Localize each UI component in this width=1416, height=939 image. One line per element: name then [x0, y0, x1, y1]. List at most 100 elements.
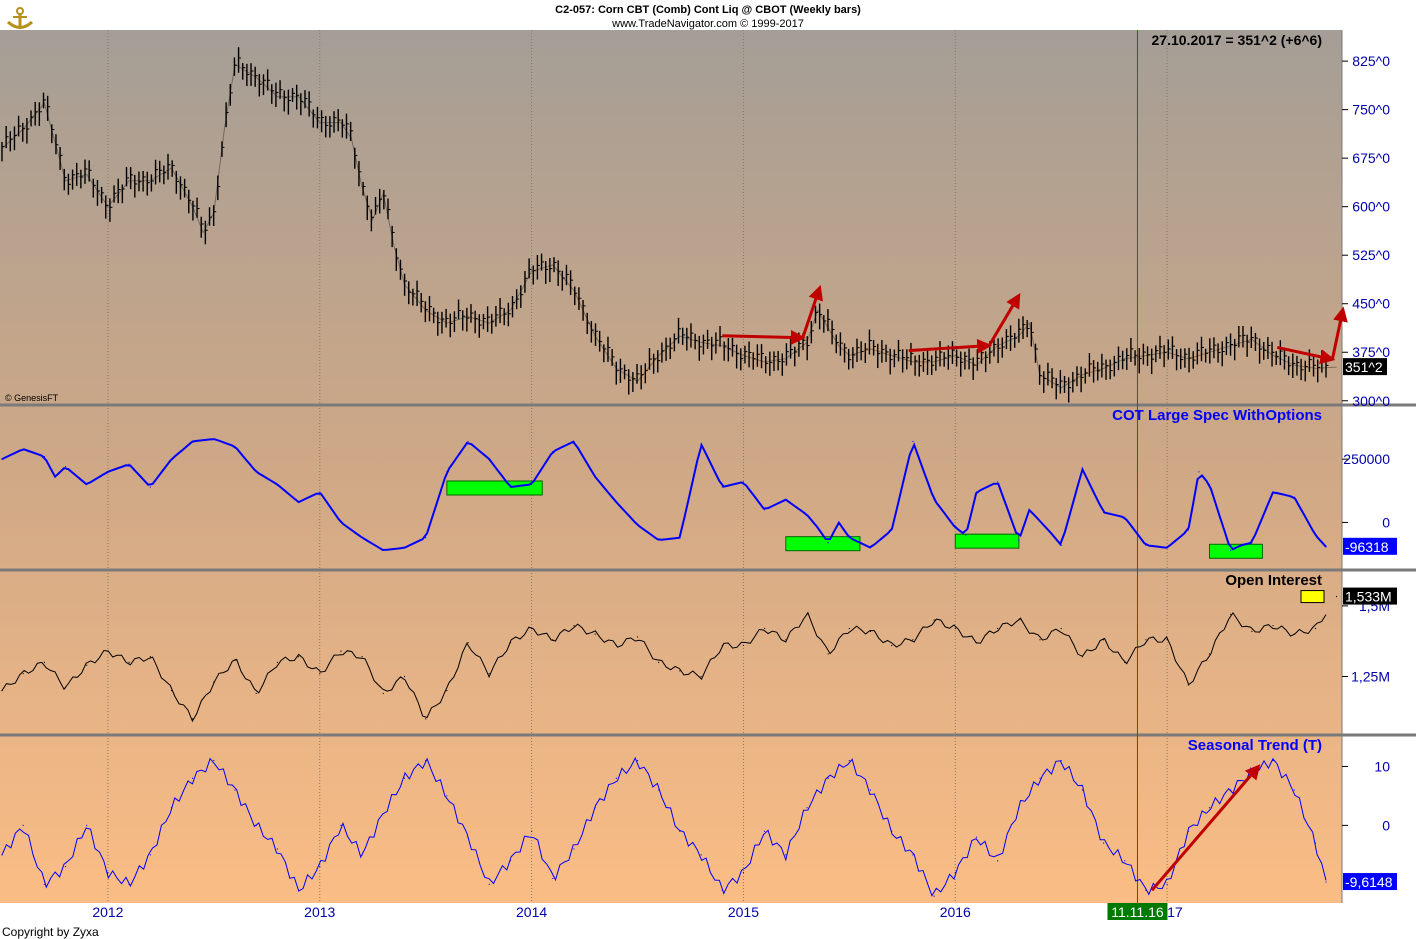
data-point	[319, 491, 321, 493]
data-point	[975, 491, 978, 493]
data-point	[509, 486, 512, 488]
highlight-box	[446, 480, 543, 496]
data-point	[1145, 544, 1147, 546]
last-value-text: 1,533M	[1345, 589, 1392, 605]
data-point	[933, 619, 935, 621]
data-point	[382, 692, 384, 695]
data-point	[1124, 661, 1126, 663]
data-point	[573, 625, 575, 627]
data-point	[43, 456, 45, 458]
last-value-text: -9,6148	[1345, 874, 1393, 890]
data-point	[1251, 542, 1253, 544]
data-point	[997, 627, 999, 630]
data-point	[1314, 842, 1317, 844]
data-point	[43, 661, 45, 663]
data-point	[170, 690, 173, 692]
data-point	[213, 438, 215, 440]
data-point	[954, 627, 956, 630]
title-bar: C2-057: Corn CBT (Comb) Cont Liq @ CBOT …	[0, 0, 1416, 30]
highlight-box	[954, 533, 1020, 549]
data-point	[22, 673, 24, 675]
data-point	[806, 807, 808, 809]
data-point	[816, 526, 819, 529]
data-point	[785, 499, 787, 501]
data-point	[679, 537, 681, 539]
oi-last-value-label: 1,533M	[1343, 587, 1397, 605]
data-point	[382, 549, 384, 551]
data-point	[54, 476, 56, 478]
data-point	[488, 458, 490, 460]
data-point	[700, 854, 702, 856]
data-point	[742, 871, 745, 874]
data-point	[1325, 881, 1327, 883]
data-point	[170, 458, 173, 460]
data-point	[912, 639, 914, 641]
data-point	[827, 777, 829, 779]
data-point	[213, 759, 215, 762]
data-point	[679, 670, 681, 672]
data-point	[912, 854, 914, 856]
data-point	[742, 481, 745, 483]
data-point	[1060, 759, 1062, 762]
data-point	[531, 483, 533, 486]
data-point	[869, 547, 872, 549]
data-point	[933, 499, 935, 501]
data-point	[679, 830, 681, 832]
data-point	[234, 789, 236, 791]
cot-last-value-label: -96318	[1343, 537, 1397, 555]
data-point	[785, 639, 787, 641]
data-point	[403, 777, 406, 779]
data-point	[1240, 544, 1242, 546]
data-point	[531, 830, 533, 832]
data-point	[1102, 842, 1105, 844]
oi-title: Open Interest	[1225, 572, 1322, 589]
y-tick-label: 0	[1382, 514, 1390, 530]
data-point	[467, 836, 469, 838]
x-tick-label: 2016	[940, 904, 971, 920]
data-point	[1187, 684, 1189, 686]
x-tick-label: 2015	[728, 904, 759, 920]
y-tick-label: 525^0	[1352, 247, 1390, 263]
data-point	[827, 653, 829, 655]
data-point	[552, 877, 554, 880]
data-point	[848, 759, 850, 762]
y-tick-label: 0	[1382, 817, 1390, 833]
data-point	[806, 613, 808, 615]
data-point	[86, 483, 88, 486]
x-axis-background	[0, 903, 1416, 939]
data-point	[912, 440, 914, 443]
data-point	[1230, 549, 1232, 551]
data-point	[1060, 544, 1062, 546]
chart-source: www.TradeNavigator.com © 1999-2017	[611, 18, 804, 30]
data-point	[997, 481, 999, 483]
data-point	[488, 883, 490, 885]
data-point	[965, 534, 967, 536]
data-point	[1, 854, 3, 856]
data-point	[446, 471, 448, 473]
data-point	[1187, 529, 1189, 531]
data-point	[319, 866, 321, 868]
data-point	[446, 795, 448, 797]
data-point	[1166, 547, 1168, 549]
data-point	[615, 501, 617, 503]
data-point	[192, 718, 194, 720]
data-point	[1314, 627, 1317, 630]
data-point	[764, 830, 766, 832]
y-tick-label: 1,25M	[1351, 669, 1390, 685]
data-point	[64, 687, 67, 689]
data-point	[764, 509, 766, 511]
data-point	[425, 537, 427, 539]
data-point	[1018, 807, 1020, 809]
y-tick-label: 375^0	[1352, 344, 1390, 360]
data-point	[1, 690, 3, 692]
y-tick-label: 600^0	[1352, 199, 1390, 215]
y-tick-label: 450^0	[1352, 296, 1390, 312]
data-point	[86, 824, 88, 826]
data-point	[192, 440, 194, 443]
price-readout: 27.10.2017 = 351^2 (+6^6)	[1152, 32, 1322, 48]
data-point	[234, 658, 236, 661]
data-point	[128, 463, 130, 465]
data-point	[467, 440, 469, 443]
data-point	[742, 644, 745, 647]
chart-canvas: C2-057: Corn CBT (Comb) Cont Liq @ CBOT …	[0, 0, 1416, 939]
